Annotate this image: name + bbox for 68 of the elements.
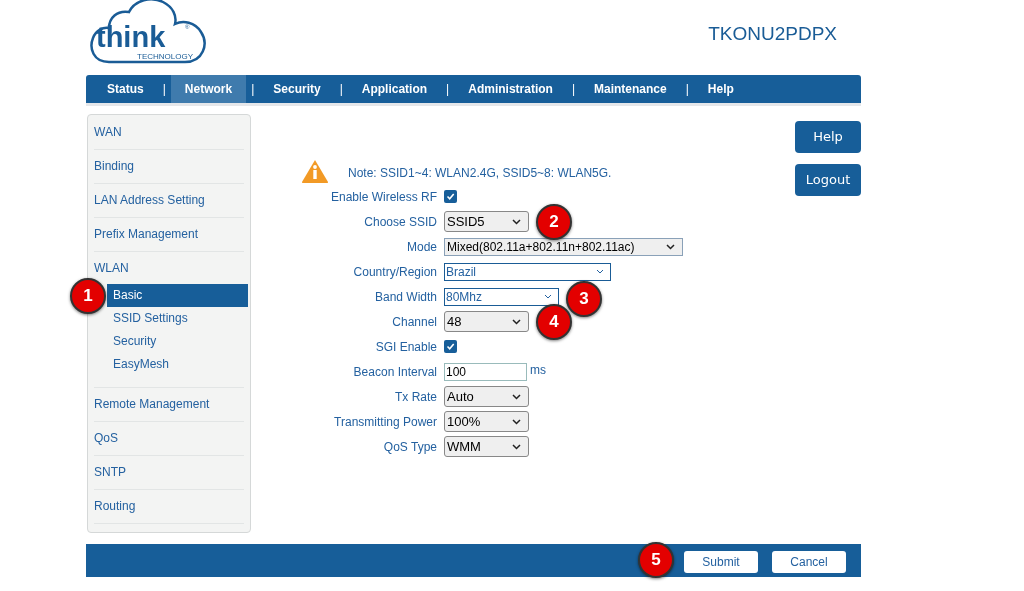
footer-button[interactable]: Cancel bbox=[772, 550, 846, 573]
field-label: Beacon Interval bbox=[352, 363, 438, 381]
nav-separator: | bbox=[570, 81, 577, 98]
sidebar-item[interactable]: Routing bbox=[94, 490, 244, 523]
nav-separator: | bbox=[250, 81, 256, 98]
nav-separator: | bbox=[338, 81, 344, 98]
select-field[interactable]: WMM bbox=[444, 436, 529, 457]
number-badge: 4 bbox=[536, 304, 572, 340]
select-field[interactable]: Mixed(802.11a+802.11n+802.11ac) bbox=[444, 237, 683, 256]
chevron-down-icon bbox=[512, 318, 521, 325]
chevron-down-icon bbox=[512, 443, 521, 450]
chevron-down-icon bbox=[596, 269, 604, 274]
select-field[interactable]: 100% bbox=[444, 411, 529, 432]
number-badge: 2 bbox=[536, 204, 572, 240]
sidebar-subitem[interactable]: EasyMesh bbox=[107, 353, 248, 376]
sidebar-subitem[interactable]: Security bbox=[107, 330, 248, 353]
side-button[interactable]: Help bbox=[795, 121, 861, 153]
field-label: QoS Type bbox=[382, 438, 438, 456]
warning-icon bbox=[301, 159, 329, 184]
chevron-down-icon bbox=[544, 294, 552, 299]
note-text: Note: SSID1~4: WLAN2.4G, SSID5~8: WLAN5G. bbox=[348, 165, 612, 182]
device-model: TKONU2PDPX bbox=[708, 22, 837, 46]
select-field[interactable]: Auto bbox=[444, 386, 529, 407]
number-badge: 5 bbox=[638, 541, 674, 578]
field-label: Choose SSID bbox=[363, 213, 438, 231]
nav-separator: | bbox=[684, 81, 690, 98]
nav-tab[interactable]: Administration bbox=[454, 75, 567, 103]
sidebar-item[interactable]: QoS bbox=[94, 422, 244, 455]
sidebar-subitem[interactable]: Basic bbox=[107, 284, 248, 307]
sidebar-subitem[interactable]: SSID Settings bbox=[107, 307, 248, 330]
nav-separator: | bbox=[161, 81, 167, 98]
chevron-down-icon bbox=[512, 393, 521, 400]
number-badge: 1 bbox=[70, 278, 106, 314]
checkbox[interactable] bbox=[444, 190, 457, 203]
select-field[interactable]: 80Mhz bbox=[444, 287, 559, 306]
field-label: Tx Rate bbox=[394, 388, 438, 406]
field-label: Channel bbox=[391, 313, 438, 331]
field-label: Band Width bbox=[373, 288, 438, 306]
nav-tab[interactable]: Application bbox=[347, 75, 442, 103]
sidebar-item[interactable]: LAN Address Setting bbox=[94, 184, 244, 217]
sidebar-item[interactable]: Remote Management bbox=[94, 388, 244, 421]
nav-tab[interactable]: Security bbox=[259, 75, 335, 103]
nav-tab[interactable]: Help bbox=[693, 75, 748, 103]
nav-tab[interactable]: Status bbox=[93, 75, 158, 103]
sidebar-item[interactable]: Prefix Management bbox=[94, 218, 244, 251]
chevron-down-icon bbox=[512, 418, 521, 425]
field-label: Enable Wireless RF bbox=[329, 188, 438, 206]
chevron-down-icon bbox=[512, 218, 521, 225]
nav-tab[interactable]: Network bbox=[170, 75, 247, 103]
nav-tab[interactable]: Maintenance bbox=[580, 75, 681, 103]
checkbox[interactable] bbox=[444, 340, 457, 353]
sidebar-item[interactable]: WAN bbox=[94, 116, 244, 149]
field-label: Transmitting Power bbox=[333, 413, 438, 431]
field-label: Country/Region bbox=[352, 263, 438, 281]
select-field[interactable]: 48 bbox=[444, 311, 529, 332]
field-label: SGI Enable bbox=[374, 338, 438, 356]
chevron-down-icon bbox=[666, 243, 675, 250]
nav-separator: | bbox=[445, 81, 451, 98]
unit-label: ms bbox=[530, 362, 546, 379]
select-field[interactable]: Brazil bbox=[444, 262, 611, 281]
sidebar-item[interactable]: Binding bbox=[94, 150, 244, 183]
side-button[interactable]: Logout bbox=[795, 164, 861, 196]
select-field[interactable]: SSID5 bbox=[444, 211, 529, 232]
number-badge: 3 bbox=[566, 280, 602, 317]
footer-button[interactable]: Submit bbox=[684, 550, 758, 573]
text-field[interactable]: 100 bbox=[444, 362, 527, 381]
sidebar-item[interactable]: SNTP bbox=[94, 456, 244, 489]
field-label: Mode bbox=[405, 238, 438, 256]
